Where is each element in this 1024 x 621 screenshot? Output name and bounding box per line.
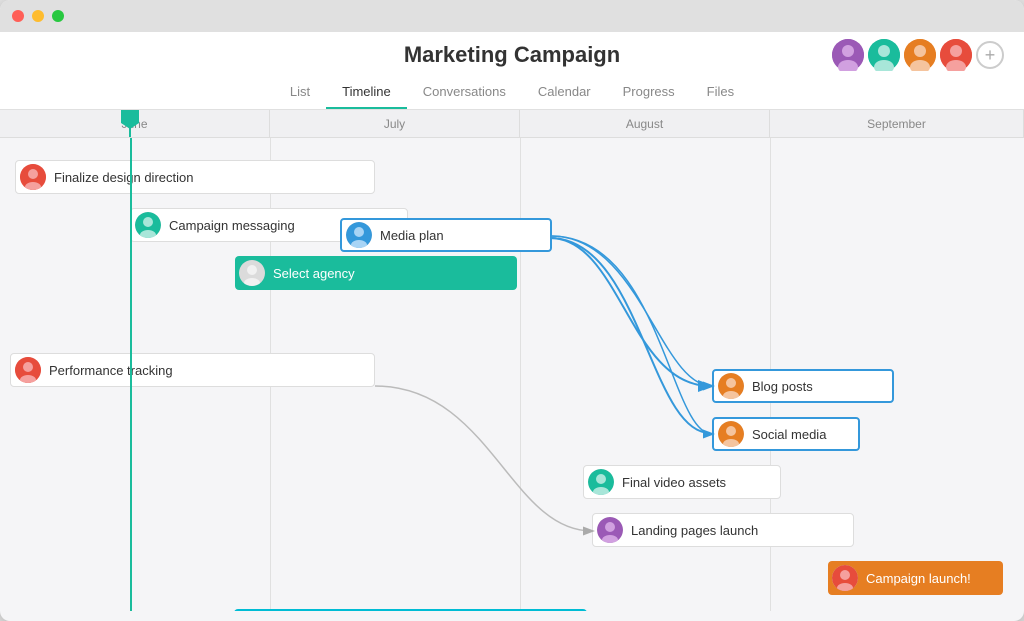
task-label-launch: Campaign launch! — [866, 571, 971, 586]
task-avatar-blog — [718, 373, 744, 399]
task-final-video[interactable]: Final video assets — [583, 465, 781, 499]
today-vertical-line — [130, 138, 132, 611]
task-avatar-agency — [239, 260, 265, 286]
avatar-4[interactable] — [940, 39, 972, 71]
task-label-agency: Select agency — [273, 266, 355, 281]
task-avatar-messaging — [135, 212, 161, 238]
tab-progress[interactable]: Progress — [607, 76, 691, 109]
grid-line-july — [520, 138, 521, 611]
avatar-1[interactable] — [832, 39, 864, 71]
task-finalize-design[interactable]: Finalize design direction — [15, 160, 375, 194]
timeline-area: June July August September — [0, 110, 1024, 611]
tab-conversations[interactable]: Conversations — [407, 76, 522, 109]
month-september: September — [770, 110, 1024, 137]
task-performance[interactable]: Performance tracking — [10, 353, 375, 387]
maximize-button[interactable] — [52, 10, 64, 22]
task-label-finalize: Finalize design direction — [54, 170, 193, 185]
task-label-video: Final video assets — [622, 475, 726, 490]
timeline-content: Finalize design direction Campaign messa… — [0, 138, 1024, 611]
header-top: Marketing Campaign + — [20, 42, 1004, 76]
avatar-3[interactable] — [904, 39, 936, 71]
close-button[interactable] — [12, 10, 24, 22]
task-avatar-perf — [15, 357, 41, 383]
task-label-perf: Performance tracking — [49, 363, 173, 378]
app-header: Marketing Campaign + List Timeline — [0, 32, 1024, 110]
task-label-blog: Blog posts — [752, 379, 813, 394]
task-select-agency[interactable]: Select agency — [235, 256, 517, 290]
month-july: July — [270, 110, 520, 137]
task-label-media: Media plan — [380, 228, 444, 243]
task-landing-pages[interactable]: Landing pages launch — [592, 513, 854, 547]
task-label-messaging: Campaign messaging — [169, 218, 295, 233]
task-avatar-finalize — [20, 164, 46, 190]
tab-calendar[interactable]: Calendar — [522, 76, 607, 109]
month-august: August — [520, 110, 770, 137]
app-window: Marketing Campaign + List Timeline — [0, 0, 1024, 621]
task-social-media[interactable]: Social media — [712, 417, 860, 451]
nav-tabs: List Timeline Conversations Calendar Pro… — [20, 76, 1004, 109]
task-label-landing: Landing pages launch — [631, 523, 758, 538]
add-member-button[interactable]: + — [976, 41, 1004, 69]
task-blog-posts[interactable]: Blog posts — [712, 369, 894, 403]
month-headers: June July August September — [0, 110, 1024, 138]
minimize-button[interactable] — [32, 10, 44, 22]
titlebar — [0, 0, 1024, 32]
tab-files[interactable]: Files — [691, 76, 750, 109]
task-avatar-landing — [597, 517, 623, 543]
task-avatar-media — [346, 222, 372, 248]
task-customer-stories[interactable]: Customer stories — [234, 609, 587, 611]
avatar-2[interactable] — [868, 39, 900, 71]
task-media-plan[interactable]: Media plan — [340, 218, 552, 252]
tab-timeline[interactable]: Timeline — [326, 76, 407, 109]
task-campaign-launch[interactable]: Campaign launch! — [828, 561, 1003, 595]
team-avatars: + — [832, 39, 1004, 71]
task-label-social: Social media — [752, 427, 826, 442]
task-avatar-launch — [832, 565, 858, 591]
tab-list[interactable]: List — [274, 76, 326, 109]
task-avatar-social — [718, 421, 744, 447]
task-avatar-video — [588, 469, 614, 495]
project-title: Marketing Campaign — [404, 42, 620, 68]
